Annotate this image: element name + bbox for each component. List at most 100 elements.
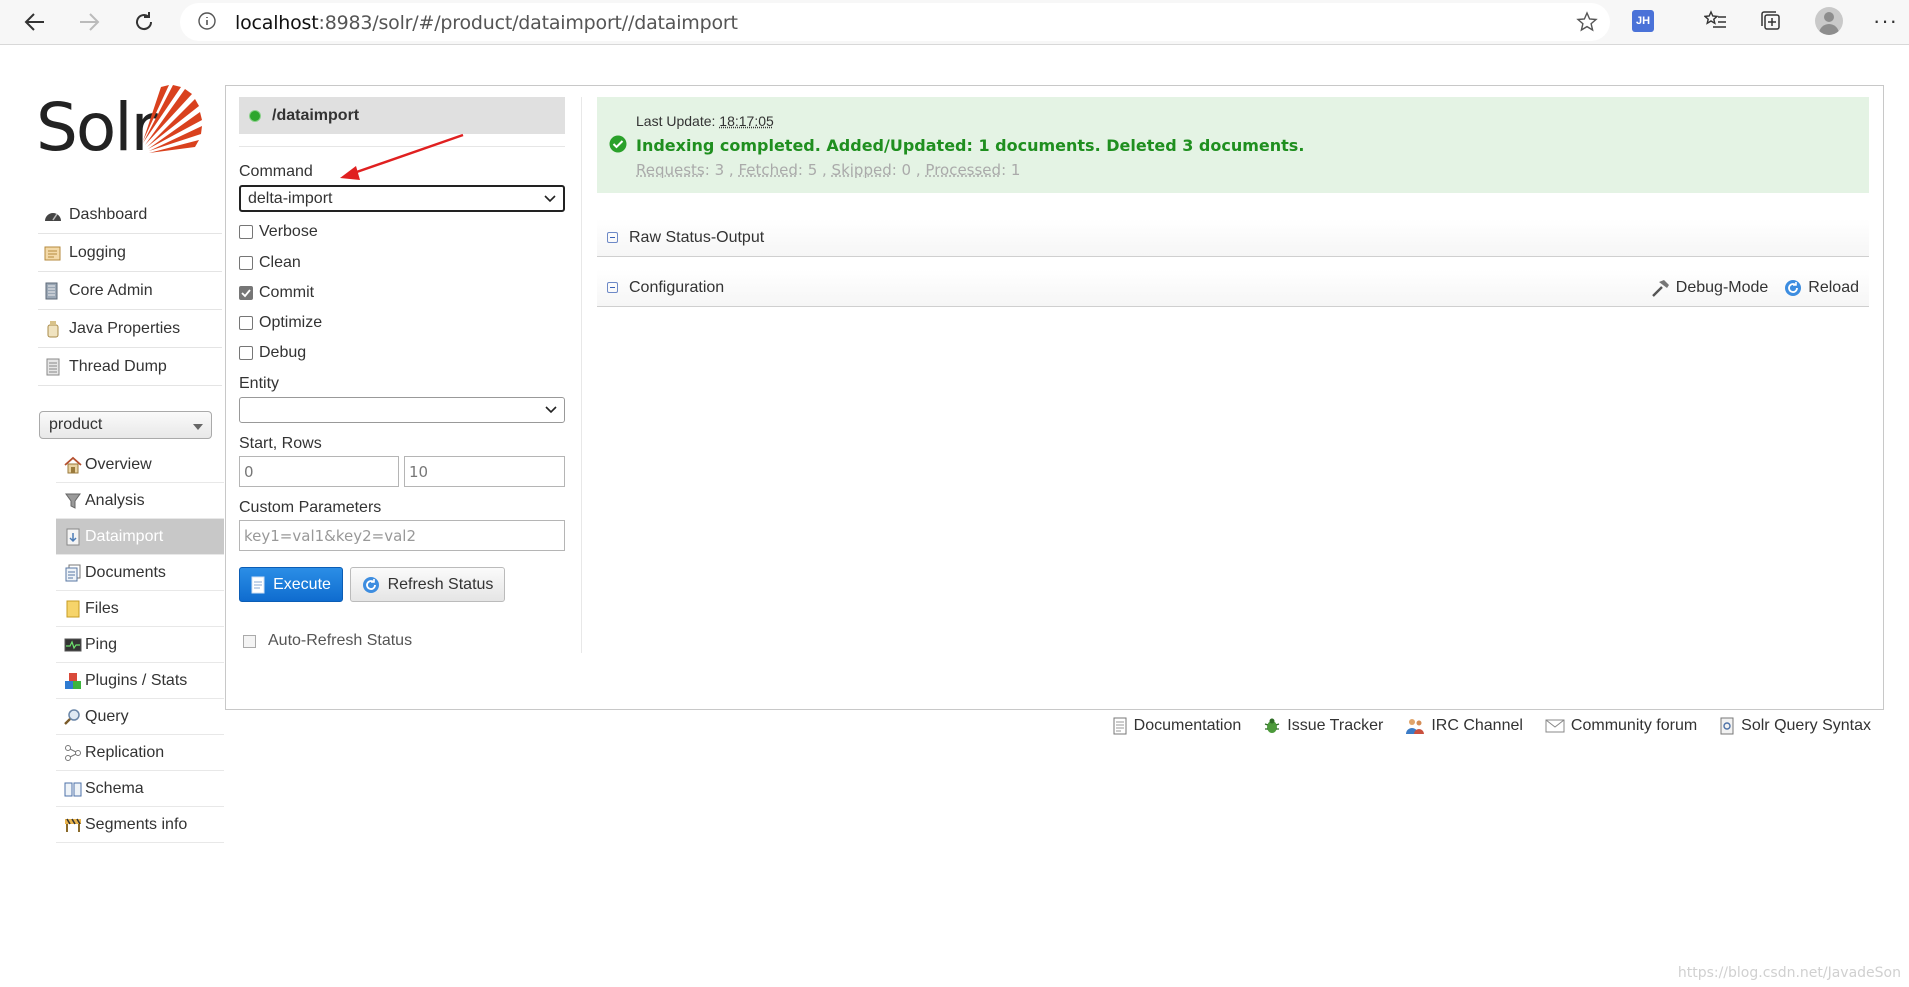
- irc-icon: [1406, 719, 1425, 734]
- dataimport-icon: [64, 528, 82, 546]
- footer-solr-query-syntax-link[interactable]: Solr Query Syntax: [1719, 717, 1871, 735]
- auto-refresh-checkbox[interactable]: [243, 634, 256, 648]
- core-nav-label: Documents: [85, 563, 166, 581]
- address-bar[interactable]: localhost:8983/solr/#/product/dataimport…: [180, 3, 1610, 41]
- favorite-star-icon[interactable]: [1576, 11, 1598, 33]
- back-button[interactable]: [20, 7, 50, 37]
- footer-irc-channel-link[interactable]: IRC Channel: [1405, 717, 1523, 735]
- refresh-icon: [136, 12, 153, 31]
- core-nav-schema[interactable]: Schema: [56, 771, 224, 807]
- solr-logo[interactable]: Solr: [36, 83, 202, 167]
- configuration-section[interactable]: Configuration Debug-Mode Reload: [597, 269, 1869, 307]
- handler-header[interactable]: /dataimport: [239, 97, 565, 134]
- command-select[interactable]: delta-import: [239, 185, 565, 212]
- auto-refresh-toggle[interactable]: Auto-Refresh Status: [243, 632, 412, 650]
- more-menu-icon[interactable]: ···: [1873, 8, 1898, 34]
- nav-core-admin[interactable]: Core Admin: [38, 272, 222, 310]
- core-navigation: Overview Analysis Dataimport Documents F…: [56, 447, 224, 843]
- refresh-status-button[interactable]: Refresh Status: [350, 567, 505, 602]
- home-icon: [64, 456, 82, 474]
- status-dot-icon: [250, 110, 260, 121]
- core-nav-ping[interactable]: Ping: [56, 627, 224, 663]
- skipped-count: 0: [901, 161, 912, 179]
- reload-label: Reload: [1808, 279, 1859, 296]
- debug-checkbox[interactable]: Debug: [239, 344, 306, 362]
- core-nav-query[interactable]: Query: [56, 699, 224, 735]
- favorites-list-icon[interactable]: [1704, 9, 1728, 33]
- core-nav-segments-info[interactable]: Segments info: [56, 807, 224, 843]
- raw-status-output-section[interactable]: Raw Status-Output: [597, 219, 1869, 257]
- chevron-down-icon: [544, 195, 556, 203]
- extension-jh-icon[interactable]: JH: [1632, 10, 1654, 32]
- logging-icon: [43, 244, 63, 262]
- collections-icon[interactable]: [1759, 9, 1783, 33]
- nav-thread-dump[interactable]: Thread Dump: [38, 348, 222, 386]
- requests-label: Requests: [636, 161, 705, 179]
- chevron-down-icon: [545, 406, 557, 414]
- optimize-checkbox[interactable]: Optimize: [239, 314, 322, 332]
- checkbox-box-checked[interactable]: [239, 286, 253, 300]
- url-path: :8983/solr/#/product/dataimport//dataimp…: [318, 12, 738, 34]
- nav-label: Logging: [69, 243, 126, 261]
- clean-checkbox[interactable]: Clean: [239, 254, 301, 272]
- core-nav-files[interactable]: Files: [56, 591, 224, 627]
- collapse-toggle-icon[interactable]: [607, 232, 618, 243]
- core-nav-dataimport[interactable]: Dataimport: [56, 519, 224, 555]
- checkbox-box[interactable]: [239, 316, 253, 330]
- handler-name: /dataimport: [272, 106, 360, 124]
- core-nav-analysis[interactable]: Analysis: [56, 483, 224, 519]
- checkbox-label: Clean: [259, 254, 301, 271]
- url-text: localhost:8983/solr/#/product/dataimport…: [235, 12, 738, 34]
- nav-label: Dashboard: [69, 205, 148, 223]
- footer-link-label: Documentation: [1133, 717, 1242, 734]
- checkbox-label: Commit: [259, 284, 315, 301]
- profile-avatar-icon[interactable]: [1815, 7, 1843, 35]
- requests-count: 3: [714, 161, 725, 179]
- nav-dashboard[interactable]: Dashboard: [38, 196, 222, 234]
- forward-button[interactable]: [74, 7, 104, 37]
- checkbox-box[interactable]: [239, 225, 253, 239]
- footer-issue-tracker-link[interactable]: Issue Tracker: [1263, 717, 1383, 735]
- divider: [239, 146, 565, 147]
- collapse-toggle-icon[interactable]: [607, 282, 618, 293]
- custom-parameters-input[interactable]: key1=val1&key2=val2: [239, 520, 565, 551]
- entity-label: Entity: [239, 375, 280, 392]
- fetched-count: 5: [807, 161, 818, 179]
- ping-icon: [64, 636, 82, 654]
- nav-logging[interactable]: Logging: [38, 234, 222, 272]
- reload-button[interactable]: Reload: [1784, 278, 1859, 298]
- checkbox-label: Debug: [259, 344, 307, 361]
- nav-java-properties[interactable]: Java Properties: [38, 310, 222, 348]
- commit-checkbox[interactable]: Commit: [239, 284, 314, 302]
- core-nav-overview[interactable]: Overview: [56, 447, 224, 483]
- refresh-button[interactable]: [129, 7, 159, 37]
- nav-label: Java Properties: [69, 319, 181, 337]
- footer-community-forum-link[interactable]: Community forum: [1545, 717, 1697, 735]
- panel-divider: [581, 97, 582, 653]
- checkbox-box[interactable]: [239, 256, 253, 270]
- rows-input[interactable]: 10: [404, 456, 565, 487]
- info-icon[interactable]: [197, 11, 217, 31]
- footer-link-label: Community forum: [1570, 717, 1698, 734]
- core-selector[interactable]: product: [39, 411, 212, 439]
- java-properties-icon: [43, 320, 63, 338]
- core-nav-replication[interactable]: Replication: [56, 735, 224, 771]
- execute-button[interactable]: Execute: [239, 567, 343, 602]
- footer-documentation-link[interactable]: Documentation: [1112, 717, 1242, 735]
- documentation-icon: [1113, 717, 1127, 735]
- last-update-time: 18:17:05: [719, 113, 774, 129]
- import-status-panel: Last Update: 18:17:05 Indexing completed…: [597, 97, 1869, 193]
- raw-status-label: Raw Status-Output: [629, 228, 765, 246]
- start-input[interactable]: 0: [239, 456, 399, 487]
- verbose-checkbox[interactable]: Verbose: [239, 223, 318, 241]
- schema-icon: [64, 780, 82, 798]
- checkbox-box[interactable]: [239, 346, 253, 360]
- debug-mode-button[interactable]: Debug-Mode: [1650, 278, 1768, 298]
- core-nav-plugins-stats[interactable]: Plugins / Stats: [56, 663, 224, 699]
- folder-icon: [64, 600, 82, 618]
- core-nav-documents[interactable]: Documents: [56, 555, 224, 591]
- watermark-text: https://blog.csdn.net/JavadeSon: [1677, 965, 1901, 981]
- solr-sun-logo-icon: [143, 85, 202, 153]
- footer-link-label: IRC Channel: [1431, 717, 1523, 734]
- entity-select[interactable]: [239, 397, 565, 423]
